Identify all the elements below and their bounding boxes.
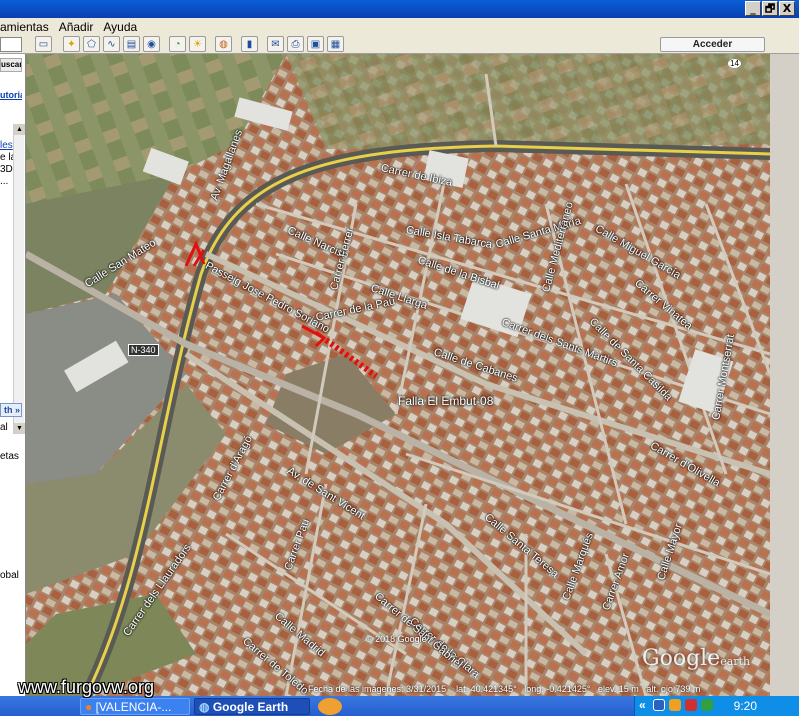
- left-panel: uscar utorial les e la 3D ... ▲ ▼ th » a…: [0, 54, 26, 696]
- toolbar: ▭ ✦ ⬠ ∿ ▤ ◉ ◔ ☀ ◍ ▮ ✉ ⎙ ▣ ▦ Acceder: [0, 35, 799, 54]
- close-button[interactable]: X: [779, 1, 795, 16]
- watermark: www.furgovw.org: [18, 677, 155, 697]
- minimize-button[interactable]: _: [745, 1, 761, 16]
- acceder-button[interactable]: Acceder: [660, 37, 765, 52]
- sun-icon[interactable]: ☀: [189, 36, 206, 52]
- left-lower-line-2: etas: [0, 451, 19, 462]
- tray-expand-icon[interactable]: «: [639, 698, 646, 712]
- eye-altitude: alt. ojo 739 m: [646, 684, 701, 694]
- historical-imagery-icon[interactable]: ◔: [169, 36, 186, 52]
- tray-update-icon[interactable]: [701, 699, 713, 711]
- window-controls: _ 🗗 X: [745, 1, 795, 16]
- search-button[interactable]: uscar: [0, 58, 22, 72]
- map-copyright: © 2018 Google: [366, 634, 427, 644]
- satellite-imagery: [26, 54, 770, 696]
- tray-network-icon[interactable]: [653, 699, 665, 711]
- image-overlay-icon[interactable]: ▤: [123, 36, 140, 52]
- ruler-icon[interactable]: ▮: [241, 36, 258, 52]
- taskbar-item-valencia[interactable]: ● [VALENCIA-...: [80, 698, 190, 715]
- menu-bar: amientas Añadir Ayuda: [0, 18, 799, 35]
- email-icon[interactable]: ✉: [267, 36, 284, 52]
- google-earth-icon: ◍: [199, 700, 210, 714]
- imagery-date: Fecha de las imágenes: 3/31/2015: [308, 684, 447, 694]
- maps-icon[interactable]: ▦: [327, 36, 344, 52]
- road-badge-14: 14: [728, 59, 741, 68]
- tutorial-link[interactable]: utorial: [0, 90, 22, 100]
- map-view[interactable]: Av. Magallanes Calle Narciso Carrer de I…: [26, 54, 770, 696]
- path-icon[interactable]: ∿: [103, 36, 120, 52]
- longitude: long. -0.421425°: [524, 684, 591, 694]
- left-lower-line-1: al: [0, 422, 8, 433]
- print-icon[interactable]: ⎙: [287, 36, 304, 52]
- right-frame: [770, 54, 799, 696]
- road-badge-n340: N-340: [128, 344, 159, 356]
- polygon-icon[interactable]: ⬠: [83, 36, 100, 52]
- tray-security-icon[interactable]: [685, 699, 697, 711]
- toolbar-icons: ▭ ✦ ⬠ ∿ ▤ ◉ ◔ ☀ ◍ ▮ ✉ ⎙ ▣ ▦: [35, 36, 344, 52]
- record-tour-icon[interactable]: ◉: [143, 36, 160, 52]
- taskbar-app-icon[interactable]: [318, 698, 342, 715]
- scroll-up-arrow-icon[interactable]: ▲: [14, 124, 25, 135]
- elevation: elev. 15 m: [597, 684, 639, 694]
- taskbar-item-google-earth[interactable]: ◍ Google Earth: [194, 698, 310, 715]
- google-earth-logo: Googleearth: [642, 646, 751, 671]
- menu-herramientas[interactable]: amientas: [0, 20, 49, 34]
- system-tray: « 9:20: [634, 696, 799, 716]
- firefox-icon: ●: [85, 700, 93, 714]
- menu-anadir[interactable]: Añadir: [59, 20, 94, 34]
- taskbar: ● [VALENCIA-... ◍ Google Earth « 9:20: [0, 696, 799, 716]
- toolbar-left-field[interactable]: [0, 37, 22, 52]
- sidebar-toggle-icon[interactable]: ▭: [35, 36, 52, 52]
- latitude: lat. 40.421345°: [456, 684, 517, 694]
- map-status-bar: Fecha de las imágenes: 3/31/2015 lat. 40…: [308, 684, 700, 694]
- left-panel-scrollbar[interactable]: ▲ ▼: [13, 124, 25, 434]
- menu-ayuda[interactable]: Ayuda: [103, 20, 137, 34]
- title-bar: _ 🗗 X: [0, 0, 799, 18]
- tray-app-icon[interactable]: [669, 699, 681, 711]
- earth-gallery-tab[interactable]: th »: [0, 403, 22, 417]
- left-lower-line-3: obal: [0, 570, 19, 581]
- clock[interactable]: 9:20: [734, 699, 757, 713]
- restore-button[interactable]: 🗗: [762, 1, 778, 16]
- save-image-icon[interactable]: ▣: [307, 36, 324, 52]
- placemark-label[interactable]: Falla El Embut-08: [398, 394, 493, 408]
- placemark-icon[interactable]: ✦: [63, 36, 80, 52]
- planets-icon[interactable]: ◍: [215, 36, 232, 52]
